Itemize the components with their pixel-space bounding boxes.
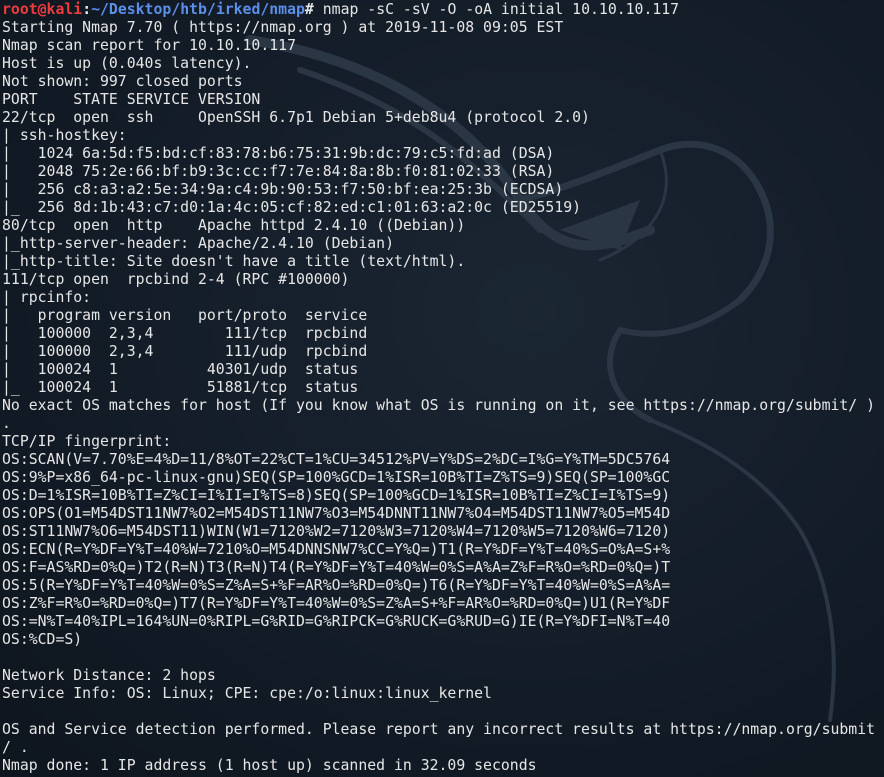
output-line: OS:Z%F=R%O=%RD=0%Q=)T7(R=Y%DF=Y%T=40%W=0… [2,595,671,612]
output-line: Not shown: 997 closed ports [2,73,243,90]
output-line: | 100000 2,3,4 111/udp rpcbind [2,343,368,360]
output-line: OS:SCAN(V=7.70%E=4%D=11/8%OT=22%CT=1%CU=… [2,451,671,468]
output-line: OS:=N%T=40%IPL=164%UN=0%RIPL=G%RID=G%RIP… [2,613,671,630]
output-line: |_ 100024 1 51881/tcp status [2,379,359,396]
prompt-separator: : [82,1,92,18]
output-line: |_ 256 8d:1b:43:c7:d0:1a:4c:05:cf:82:ed:… [2,199,582,216]
prompt-line: root@kali:~/Desktop/htb/irked/nmap# nmap… [2,1,875,19]
output-line: Nmap done: 1 IP address (1 host up) scan… [2,757,537,774]
output-line: OS:F=AS%RD=0%Q=)T2(R=N)T3(R=N)T4(R=Y%DF=… [2,559,671,576]
output-line: | 100024 1 40301/udp status [2,361,359,378]
output-line: OS and Service detection performed. Plea… [2,721,876,738]
output-line: | 1024 6a:5d:f5:bd:cf:83:78:b6:75:31:9b:… [2,145,555,162]
output-line: PORT STATE SERVICE VERSION [2,91,261,108]
output-line: | ssh-hostkey: [2,127,136,144]
output-line: TCP/IP fingerprint: [2,433,172,450]
terminal-window[interactable]: root@kali:~/Desktop/htb/irked/nmap# nmap… [0,0,884,777]
output-line: |_http-server-header: Apache/2.4.10 (Deb… [2,235,394,252]
prompt-user-host: root@kali [2,1,83,18]
output-line: | 100000 2,3,4 111/tcp rpcbind [2,325,368,342]
output-line: / . [2,739,29,756]
output-line: OS:%CD=S) [2,631,83,648]
output-line: | program version port/proto service [2,307,368,324]
output-line: 80/tcp open http Apache httpd 2.4.10 ((D… [2,217,466,234]
output-line: OS:5(R=Y%DF=Y%T=40%W=0%S=Z%A=S+%F=AR%O=%… [2,577,671,594]
output-line: 111/tcp open rpcbind 2-4 (RPC #100000) [2,271,350,288]
output-line: Service Info: OS: Linux; CPE: cpe:/o:lin… [2,685,492,702]
output-line: Nmap scan report for 10.10.10.117 [2,37,296,54]
output-line: OS:9%P=x86_64-pc-linux-gnu)SEQ(SP=100%GC… [2,469,671,486]
output-line: | 256 c8:a3:a2:5e:34:9a:c4:9b:90:53:f7:5… [2,181,564,198]
terminal-output[interactable]: root@kali:~/Desktop/htb/irked/nmap# nmap… [2,1,875,775]
output-line: Network Distance: 2 hops [2,667,216,684]
output-line: OS:D=1%ISR=10B%TI=Z%CI=I%II=I%TS=8)SEQ(S… [2,487,671,504]
output-line: No exact OS matches for host (If you kno… [2,397,876,414]
prompt-symbol: # [304,1,323,18]
prompt-command: nmap -sC -sV -O -oA initial 10.10.10.117 [322,1,680,18]
output-line: |_http-title: Site doesn't have a title … [2,253,466,270]
output-line: Starting Nmap 7.70 ( https://nmap.org ) … [2,19,564,36]
output-line: OS:OPS(O1=M54DST11NW7%O2=M54DST11NW7%O3=… [2,505,671,522]
output-line: OS:ECN(R=Y%DF=Y%T=40%W=7210%O=M54DNNSNW7… [2,541,671,558]
prompt-path: ~/Desktop/htb/irked/nmap [91,1,305,18]
output-line: 22/tcp open ssh OpenSSH 6.7p1 Debian 5+d… [2,109,590,126]
output-line: | rpcinfo: [2,289,100,306]
output-line: | 2048 75:2e:66:bf:b9:3c:cc:f7:7e:84:8a:… [2,163,555,180]
output-line: OS:ST11NW7%O6=M54DST11)WIN(W1=7120%W2=71… [2,523,671,540]
output-line: . [2,415,11,432]
output-line: Host is up (0.040s latency). [2,55,252,72]
